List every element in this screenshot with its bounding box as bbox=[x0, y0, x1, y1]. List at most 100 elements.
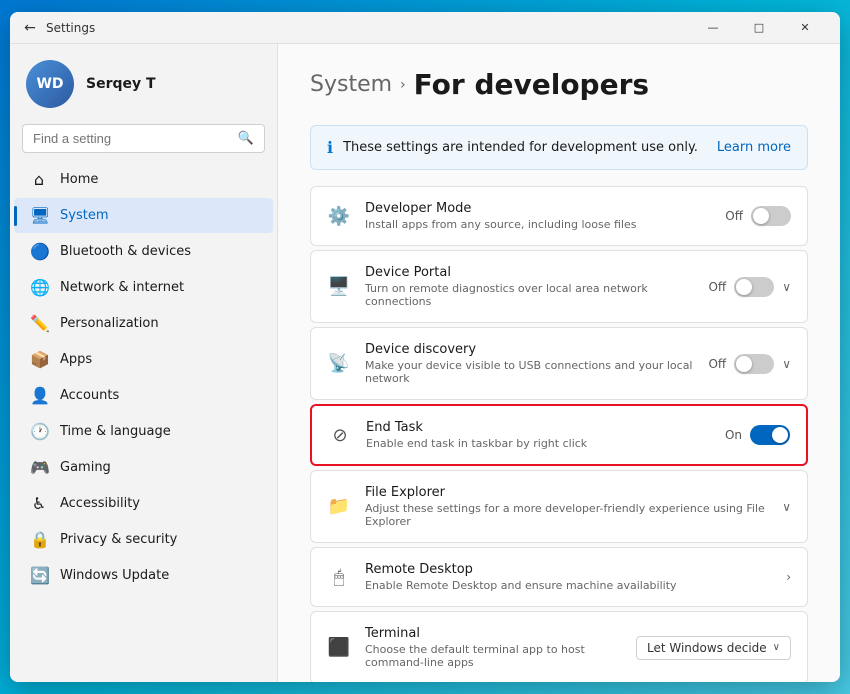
gaming-icon: 🎮 bbox=[30, 458, 48, 477]
remote-desktop-desc: Enable Remote Desktop and ensure machine… bbox=[365, 579, 772, 592]
remote-desktop-title: Remote Desktop bbox=[365, 562, 772, 577]
device-discovery-toggle[interactable] bbox=[734, 354, 774, 374]
search-box[interactable]: 🔍 bbox=[22, 124, 265, 153]
sidebar-item-privacy-label: Privacy & security bbox=[60, 532, 177, 547]
terminal-dropdown[interactable]: Let Windows decide ∨ bbox=[636, 636, 791, 660]
developer-mode-label: Off bbox=[725, 209, 743, 223]
device-portal-toggle[interactable] bbox=[734, 277, 774, 297]
update-icon: 🔄 bbox=[30, 566, 48, 585]
terminal-icon: ⬛ bbox=[327, 637, 351, 658]
sidebar-item-network[interactable]: 🌐 Network & internet bbox=[14, 270, 273, 305]
device-portal-row: 🖥️ Device Portal Turn on remote diagnost… bbox=[311, 251, 807, 322]
device-discovery-row: 📡 Device discovery Make your device visi… bbox=[311, 328, 807, 399]
device-portal-chevron[interactable]: ∨ bbox=[782, 280, 791, 294]
info-text: These settings are intended for developm… bbox=[343, 140, 707, 155]
developer-mode-control: Off bbox=[725, 206, 791, 226]
back-button[interactable]: ← bbox=[22, 20, 38, 36]
close-button[interactable]: ✕ bbox=[782, 12, 828, 44]
end-task-toggle-label: On bbox=[725, 428, 742, 442]
end-task-toggle[interactable] bbox=[750, 425, 790, 445]
bluetooth-icon: 🔵 bbox=[30, 242, 48, 261]
remote-desktop-icon: 🖱 bbox=[327, 567, 351, 588]
sidebar-item-bluetooth[interactable]: 🔵 Bluetooth & devices bbox=[14, 234, 273, 269]
user-name: Serqey T bbox=[86, 76, 156, 92]
end-task-card: ⊘ End Task Enable end task in taskbar by… bbox=[310, 404, 808, 466]
sidebar-item-apps[interactable]: 📦 Apps bbox=[14, 342, 273, 377]
device-discovery-icon: 📡 bbox=[327, 353, 351, 374]
window-title: Settings bbox=[46, 21, 690, 35]
end-task-title: End Task bbox=[366, 420, 711, 435]
settings-window: ← Settings — □ ✕ WD Serqey T 🔍 bbox=[10, 12, 840, 682]
remote-desktop-control: › bbox=[786, 570, 791, 584]
file-explorer-chevron[interactable]: ∨ bbox=[782, 500, 791, 514]
sidebar-item-system-label: System bbox=[60, 208, 108, 223]
sidebar-item-home-label: Home bbox=[60, 172, 98, 187]
end-task-desc: Enable end task in taskbar by right clic… bbox=[366, 437, 711, 450]
sidebar-item-accessibility[interactable]: ♿ Accessibility bbox=[14, 486, 273, 521]
device-discovery-control: Off ∨ bbox=[708, 354, 791, 374]
learn-more-link[interactable]: Learn more bbox=[717, 140, 791, 155]
accounts-icon: 👤 bbox=[30, 386, 48, 405]
sidebar-item-personalization-label: Personalization bbox=[60, 316, 159, 331]
end-task-control: On bbox=[725, 425, 790, 445]
minimize-button[interactable]: — bbox=[690, 12, 736, 44]
privacy-icon: 🔒 bbox=[30, 530, 48, 549]
remote-desktop-row: 🖱 Remote Desktop Enable Remote Desktop a… bbox=[311, 548, 807, 606]
developer-mode-desc: Install apps from any source, including … bbox=[365, 218, 711, 231]
avatar: WD bbox=[26, 60, 74, 108]
developer-mode-row: ⚙️ Developer Mode Install apps from any … bbox=[311, 187, 807, 245]
sidebar-item-privacy[interactable]: 🔒 Privacy & security bbox=[14, 522, 273, 557]
device-portal-card: 🖥️ Device Portal Turn on remote diagnost… bbox=[310, 250, 808, 323]
search-icon: 🔍 bbox=[238, 131, 254, 146]
sidebar-item-time-label: Time & language bbox=[60, 424, 171, 439]
breadcrumb-arrow: › bbox=[400, 77, 406, 93]
sidebar-item-update[interactable]: 🔄 Windows Update bbox=[14, 558, 273, 593]
device-portal-control: Off ∨ bbox=[708, 277, 791, 297]
device-portal-icon: 🖥️ bbox=[327, 276, 351, 297]
file-explorer-title: File Explorer bbox=[365, 485, 768, 500]
device-discovery-card: 📡 Device discovery Make your device visi… bbox=[310, 327, 808, 400]
end-task-row: ⊘ End Task Enable end task in taskbar by… bbox=[312, 406, 806, 464]
sidebar-item-home[interactable]: ⌂ Home bbox=[14, 162, 273, 197]
sidebar-item-personalization[interactable]: ✏️ Personalization bbox=[14, 306, 273, 341]
device-discovery-title: Device discovery bbox=[365, 342, 694, 357]
terminal-card: ⬛ Terminal Choose the default terminal a… bbox=[310, 611, 808, 682]
personalization-icon: ✏️ bbox=[30, 314, 48, 333]
terminal-dropdown-chevron: ∨ bbox=[773, 642, 780, 653]
sidebar-item-system[interactable]: 🖥 System bbox=[14, 198, 273, 233]
developer-mode-card: ⚙️ Developer Mode Install apps from any … bbox=[310, 186, 808, 246]
search-input[interactable] bbox=[33, 131, 230, 146]
sidebar-item-bluetooth-label: Bluetooth & devices bbox=[60, 244, 191, 259]
developer-mode-icon: ⚙️ bbox=[327, 206, 351, 227]
sidebar-item-gaming-label: Gaming bbox=[60, 460, 111, 475]
remote-desktop-arrow[interactable]: › bbox=[786, 570, 791, 584]
active-indicator bbox=[14, 206, 17, 226]
time-icon: 🕐 bbox=[30, 422, 48, 441]
info-icon: ℹ bbox=[327, 138, 333, 157]
file-explorer-control: ∨ bbox=[782, 500, 791, 514]
device-discovery-chevron[interactable]: ∨ bbox=[782, 357, 791, 371]
main-layout: WD Serqey T 🔍 ⌂ Home bbox=[10, 44, 840, 682]
sidebar-item-time[interactable]: 🕐 Time & language bbox=[14, 414, 273, 449]
sidebar-item-accounts[interactable]: 👤 Accounts bbox=[14, 378, 273, 413]
breadcrumb-current: For developers bbox=[414, 68, 649, 101]
maximize-button[interactable]: □ bbox=[736, 12, 782, 44]
device-discovery-toggle-label: Off bbox=[708, 357, 726, 371]
content-area: System › For developers ℹ These settings… bbox=[278, 44, 840, 682]
remote-desktop-card: 🖱 Remote Desktop Enable Remote Desktop a… bbox=[310, 547, 808, 607]
sidebar-item-wrapper-system: 🖥 System bbox=[14, 198, 273, 233]
developer-mode-toggle[interactable] bbox=[751, 206, 791, 226]
user-section: WD Serqey T bbox=[10, 44, 277, 116]
breadcrumb: System › For developers bbox=[310, 68, 808, 101]
end-task-icon: ⊘ bbox=[328, 425, 352, 446]
home-icon: ⌂ bbox=[30, 170, 48, 189]
file-explorer-row: 📁 File Explorer Adjust these settings fo… bbox=[311, 471, 807, 542]
titlebar: ← Settings — □ ✕ bbox=[10, 12, 840, 44]
terminal-dropdown-value: Let Windows decide bbox=[647, 641, 767, 655]
nav-list: ⌂ Home 🖥 System 🔵 Bluetooth & devices 🌐 bbox=[10, 161, 277, 594]
terminal-row: ⬛ Terminal Choose the default terminal a… bbox=[311, 612, 807, 682]
sidebar-item-gaming[interactable]: 🎮 Gaming bbox=[14, 450, 273, 485]
device-discovery-desc: Make your device visible to USB connecti… bbox=[365, 359, 694, 385]
file-explorer-desc: Adjust these settings for a more develop… bbox=[365, 502, 768, 528]
device-portal-title: Device Portal bbox=[365, 265, 694, 280]
